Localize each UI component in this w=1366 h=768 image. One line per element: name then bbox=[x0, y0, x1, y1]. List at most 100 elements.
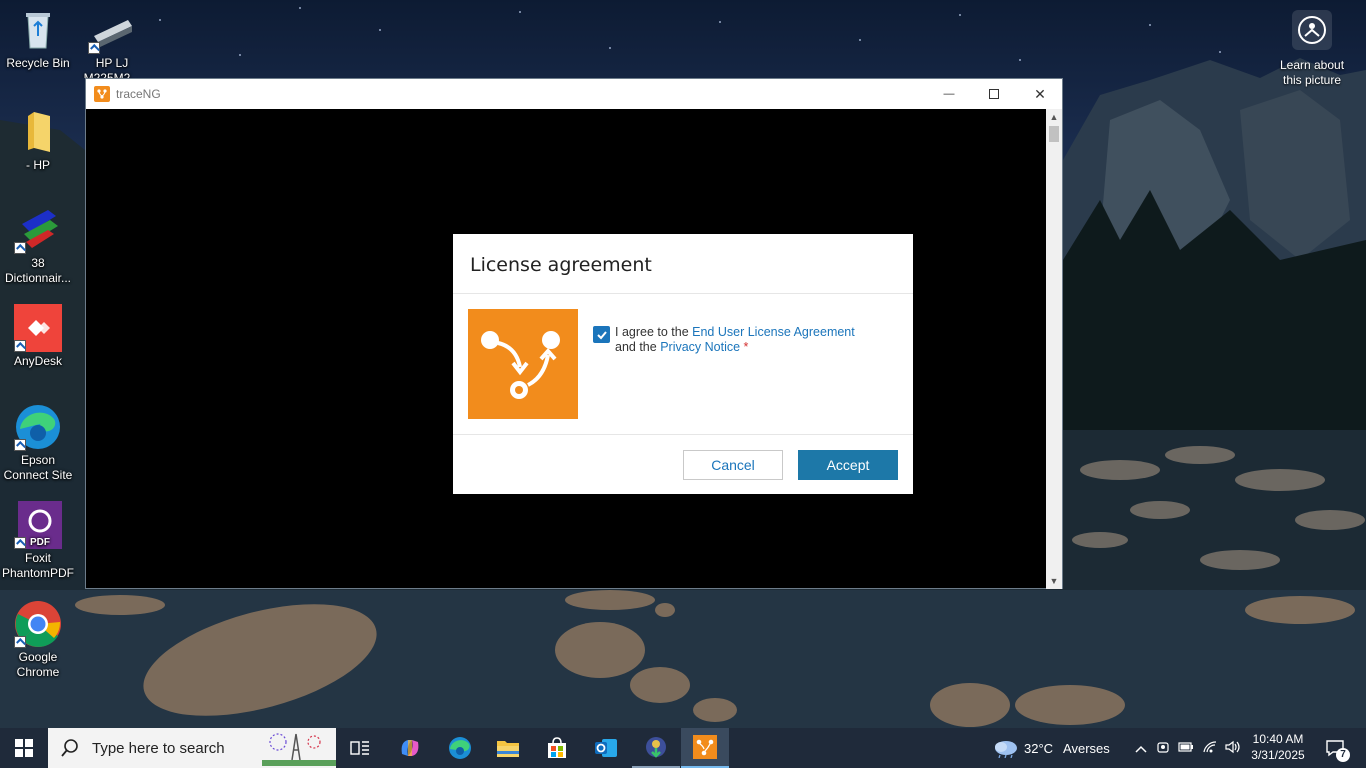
desktop-icon-hp-scanner[interactable]: HP LJ M225M2... bbox=[74, 6, 150, 78]
shortcut-arrow-icon bbox=[14, 636, 26, 648]
and-the-text: and the bbox=[615, 340, 661, 354]
learn-about-picture[interactable]: Learn about this picture bbox=[1276, 10, 1348, 88]
copilot-icon bbox=[401, 740, 419, 756]
recycle-bin-icon bbox=[14, 6, 62, 54]
desktop-icon-dictionnaire[interactable]: 38 Dictionnair... bbox=[0, 206, 76, 286]
desktop-icon-label: HP LJ M225M2... bbox=[83, 56, 141, 78]
scroll-up-icon[interactable]: ▲ bbox=[1046, 109, 1062, 125]
taskbar-store[interactable] bbox=[533, 728, 581, 768]
desktop-icon-recycle-bin[interactable]: Recycle Bin bbox=[0, 6, 76, 71]
installer-icon bbox=[646, 737, 666, 758]
notification-badge: 7 bbox=[1336, 748, 1350, 762]
minimize-icon: — bbox=[943, 88, 955, 100]
notification-center-button[interactable]: 7 bbox=[1320, 728, 1350, 768]
weather-temp: 32°C bbox=[1024, 740, 1054, 756]
taskbar-edge[interactable] bbox=[436, 728, 484, 768]
shortcut-arrow-icon bbox=[14, 537, 26, 549]
taskbar-outlook[interactable] bbox=[582, 728, 630, 768]
task-view-button[interactable] bbox=[336, 728, 384, 768]
folder-icon bbox=[497, 741, 519, 757]
search-highlight-eiffel-icon bbox=[262, 730, 336, 766]
privacy-notice-link[interactable]: Privacy Notice bbox=[660, 340, 740, 354]
weather-widget[interactable]: 32°C Averses bbox=[992, 728, 1110, 768]
task-view-icon bbox=[350, 741, 369, 755]
window-titlebar[interactable]: traceNG — ✕ bbox=[86, 79, 1062, 109]
chevron-up-icon[interactable] bbox=[1132, 741, 1150, 756]
minimize-button[interactable]: — bbox=[926, 79, 972, 109]
desktop-icon-foxit[interactable]: PDF Foxit PhantomPDF bbox=[0, 501, 76, 581]
required-mark: * bbox=[740, 340, 749, 354]
desktop-icon-label: AnyDesk bbox=[13, 354, 63, 368]
taskbar-clock[interactable]: 10:40 AM 3/31/2025 bbox=[1248, 731, 1308, 763]
battery-icon[interactable] bbox=[1178, 741, 1194, 756]
shortcut-arrow-icon bbox=[14, 340, 26, 352]
anydesk-icon bbox=[14, 304, 62, 352]
checkmark-icon bbox=[596, 330, 607, 339]
dialog-title: License agreement bbox=[453, 234, 913, 294]
taskbar-copilot[interactable] bbox=[386, 728, 434, 768]
outlook-icon bbox=[595, 739, 617, 757]
eula-link[interactable]: End User License Agreement bbox=[692, 325, 855, 339]
folder-icon bbox=[14, 108, 62, 156]
agree-checkbox[interactable] bbox=[593, 326, 610, 343]
scanner-icon bbox=[88, 6, 136, 54]
cloud-rain-icon bbox=[995, 741, 1017, 758]
scroll-down-icon[interactable]: ▼ bbox=[1046, 573, 1062, 589]
desktop-icon-label: Recycle Bin bbox=[6, 56, 70, 70]
license-dialog: License agreement I agree to the End Use… bbox=[453, 234, 913, 494]
taskbar-file-explorer[interactable] bbox=[484, 728, 532, 768]
accept-button[interactable]: Accept bbox=[798, 450, 898, 480]
vertical-scrollbar[interactable]: ▲ ▼ bbox=[1046, 109, 1062, 589]
scrollbar-thumb[interactable] bbox=[1049, 126, 1059, 142]
shortcut-arrow-icon bbox=[14, 242, 26, 254]
traceng-logo-icon bbox=[468, 309, 578, 419]
camera-info-icon bbox=[1292, 10, 1332, 50]
chrome-icon bbox=[14, 600, 62, 648]
maximize-icon bbox=[989, 89, 999, 99]
clock-date: 3/31/2025 bbox=[1251, 748, 1305, 762]
maximize-button[interactable] bbox=[971, 79, 1017, 109]
system-tray bbox=[1132, 728, 1242, 768]
svg-text:PDF: PDF bbox=[30, 537, 50, 548]
start-button[interactable] bbox=[0, 728, 48, 768]
books-icon bbox=[14, 206, 62, 254]
learn-about-picture-label: Learn about this picture bbox=[1279, 58, 1345, 87]
traceng-icon bbox=[693, 735, 717, 759]
desktop-icon-chrome[interactable]: Google Chrome bbox=[0, 600, 76, 680]
desktop-icon-label: Epson Connect Site bbox=[3, 453, 73, 482]
desktop-icon-label: Google Chrome bbox=[16, 650, 60, 679]
desktop-icon-label: 38 Dictionnair... bbox=[4, 256, 72, 285]
volume-icon[interactable] bbox=[1224, 740, 1242, 757]
taskbar: Type here to search 32°C Averses 10:40 A… bbox=[0, 728, 1366, 768]
taskbar-installer[interactable] bbox=[632, 728, 680, 768]
meet-now-icon[interactable] bbox=[1156, 740, 1170, 757]
traceng-app-icon bbox=[94, 86, 110, 102]
cancel-button[interactable]: Cancel bbox=[683, 450, 783, 480]
windows-logo-icon bbox=[15, 739, 33, 757]
shortcut-arrow-icon bbox=[14, 439, 26, 451]
close-button[interactable]: ✕ bbox=[1017, 79, 1063, 109]
desktop-icon-anydesk[interactable]: AnyDesk bbox=[0, 304, 76, 369]
search-placeholder: Type here to search bbox=[92, 739, 225, 757]
taskbar-traceng[interactable] bbox=[681, 728, 729, 768]
agree-prefix: I agree to the bbox=[615, 325, 693, 339]
wifi-icon[interactable] bbox=[1202, 740, 1218, 757]
search-icon bbox=[61, 739, 78, 757]
window-title: traceNG bbox=[116, 87, 161, 101]
agree-text: I agree to the End User License Agreemen… bbox=[615, 325, 855, 355]
dialog-footer: Cancel Accept bbox=[453, 435, 913, 493]
desktop-icon-epson-connect[interactable]: Epson Connect Site bbox=[0, 403, 76, 483]
agree-row: I agree to the End User License Agreemen… bbox=[593, 325, 893, 355]
clock-time: 10:40 AM bbox=[1252, 732, 1304, 746]
edge-icon bbox=[14, 403, 62, 451]
foxit-pdf-icon: PDF bbox=[14, 501, 62, 549]
desktop-icon-label: - HP bbox=[26, 158, 50, 172]
dialog-body: I agree to the End User License Agreemen… bbox=[453, 294, 913, 435]
weather-location: Averses bbox=[1063, 740, 1110, 756]
shortcut-arrow-icon bbox=[88, 42, 100, 54]
close-icon: ✕ bbox=[1034, 85, 1046, 102]
desktop-icon-hp-folder[interactable]: - HP bbox=[0, 108, 76, 173]
edge-icon bbox=[449, 737, 471, 759]
desktop-icon-label: Foxit PhantomPDF bbox=[1, 551, 75, 580]
taskbar-search-box[interactable]: Type here to search bbox=[48, 728, 336, 768]
